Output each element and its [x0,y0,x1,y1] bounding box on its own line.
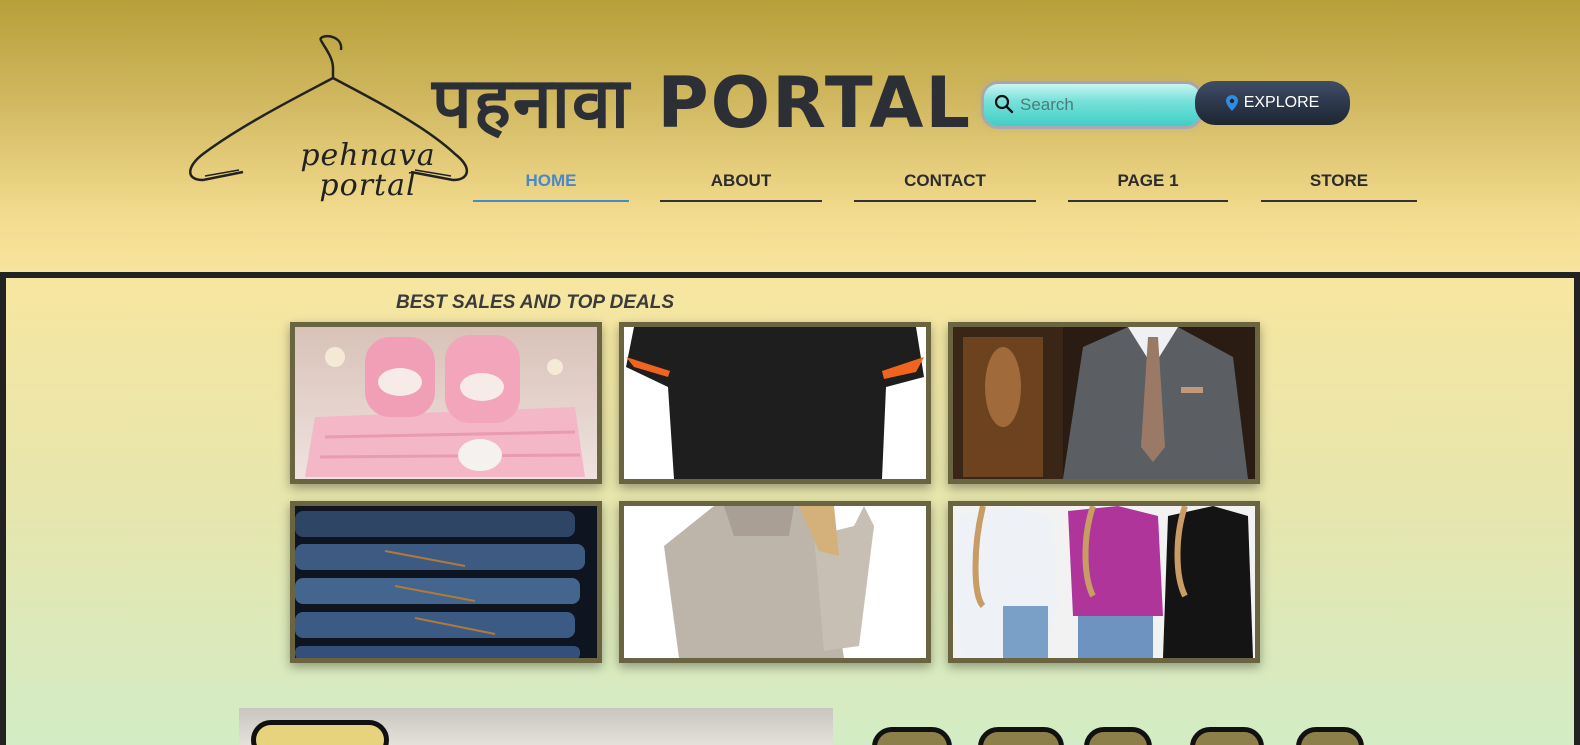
bottom-round-button-1[interactable] [872,727,952,745]
bottom-card [239,708,833,745]
product-tile-jeans[interactable] [290,501,602,663]
nav-home[interactable]: HOME [473,168,629,202]
product-tile-womens-tops[interactable] [948,501,1260,663]
search-icon [994,94,1014,114]
explore-label: EXPLORE [1243,94,1320,111]
bottom-round-button-3[interactable] [1084,727,1152,745]
product-tile-black-tshirt[interactable] [619,322,931,484]
site-header: pehnava portal पहनावा PORTAL EXPLORE HOM… [0,0,1580,272]
product-tile-baby-booties[interactable] [290,322,602,484]
stacked-jeans-image [295,506,597,658]
bottom-round-button-5[interactable] [1296,727,1364,745]
search-input[interactable] [1020,90,1180,120]
explore-button[interactable]: EXPLORE [1195,81,1350,125]
womens-tops-image [953,506,1255,658]
bottom-round-button-2[interactable] [978,727,1064,745]
nav-contact[interactable]: CONTACT [854,168,1036,202]
nav-page-1[interactable]: PAGE 1 [1068,168,1228,202]
product-tile-beige-sweater[interactable] [619,501,931,663]
beige-sweater-image [624,506,926,658]
site-title: पहनावा PORTAL [432,62,972,144]
location-pin-icon [1225,95,1238,111]
grey-suit-image [953,327,1255,479]
black-tshirt-image [624,327,926,479]
search-box [984,84,1200,126]
main-nav: HOME ABOUT CONTACT PAGE 1 STORE [0,168,1580,204]
section-title: BEST SALES AND TOP DEALS [396,292,674,313]
bottom-card-pill[interactable] [251,720,389,745]
product-tile-grey-suit[interactable] [948,322,1260,484]
nav-store[interactable]: STORE [1261,168,1417,202]
baby-booties-image [295,327,597,479]
bottom-round-button-4[interactable] [1190,727,1264,745]
nav-about[interactable]: ABOUT [660,168,822,202]
